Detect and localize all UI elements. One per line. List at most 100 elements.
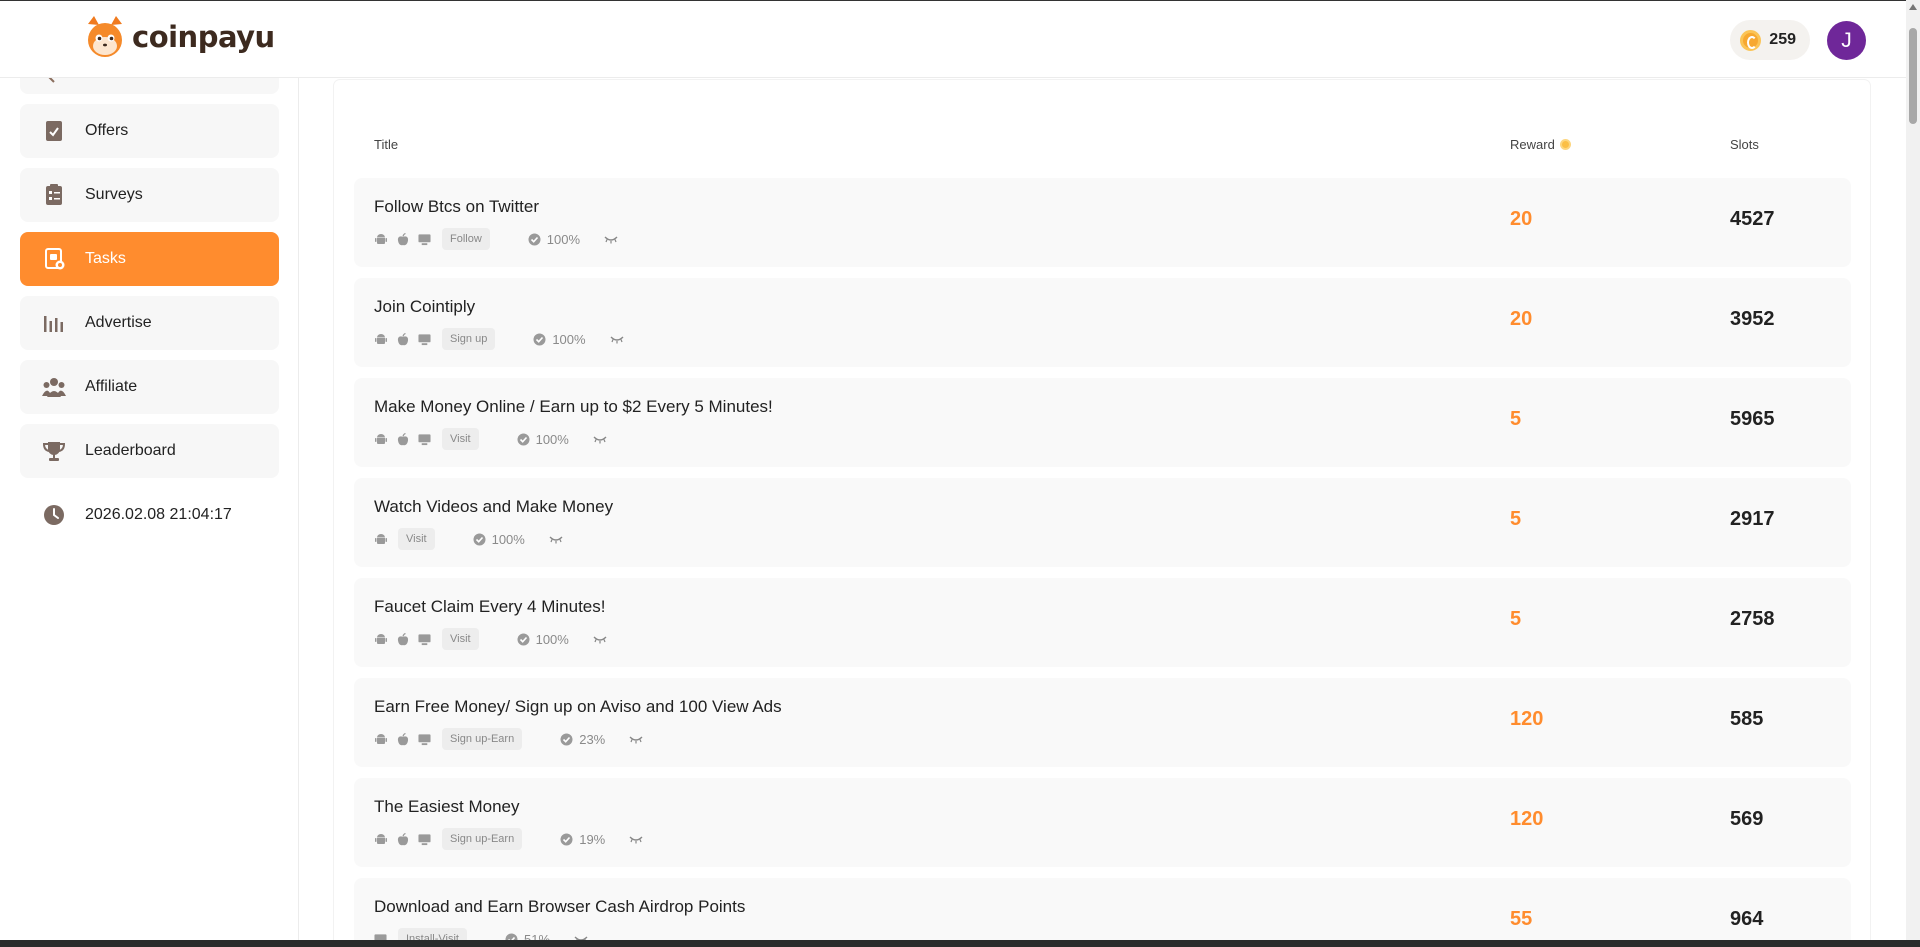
task-type-tag: Visit bbox=[442, 428, 479, 450]
task-title[interactable]: Make Money Online / Earn up to $2 Every … bbox=[374, 397, 773, 417]
hide-eye-icon[interactable] bbox=[629, 734, 643, 744]
task-type-tag: Visit bbox=[398, 528, 435, 550]
android-icon bbox=[374, 833, 387, 846]
apple-icon bbox=[396, 832, 409, 846]
fox-mascot-icon bbox=[82, 14, 128, 60]
task-slots: 4527 bbox=[1730, 208, 1775, 230]
task-meta: Follow 100% bbox=[374, 228, 618, 250]
check-circle-icon bbox=[517, 633, 530, 645]
sidebar-item-label: Leaderboard bbox=[85, 442, 176, 459]
task-type-tag: Sign up-Earn bbox=[442, 728, 523, 750]
android-icon bbox=[374, 233, 387, 246]
desktop-icon bbox=[418, 733, 431, 746]
main-content: Title Reward Slots Follow Btcs on Twitte… bbox=[300, 78, 1906, 947]
completion-rate: 100% bbox=[533, 331, 586, 347]
task-slots: 3952 bbox=[1730, 308, 1775, 330]
check-circle-icon bbox=[528, 233, 541, 245]
android-icon bbox=[374, 633, 387, 646]
desktop-icon bbox=[418, 333, 431, 346]
vertical-scrollbar[interactable] bbox=[1906, 0, 1920, 947]
tasks-table-card: Title Reward Slots Follow Btcs on Twitte… bbox=[334, 80, 1870, 947]
task-row[interactable]: Watch Videos and Make Money Visit 100% 5… bbox=[354, 478, 1851, 567]
apple-icon bbox=[396, 232, 409, 246]
task-row[interactable]: Join Cointiply Sign up 100% 20 3952 bbox=[354, 278, 1851, 367]
column-header-reward: Reward bbox=[1510, 137, 1571, 152]
task-row[interactable]: Follow Btcs on Twitter Follow 100% 20 45… bbox=[354, 178, 1851, 267]
check-circle-icon bbox=[560, 833, 573, 845]
hide-eye-icon[interactable] bbox=[593, 434, 607, 444]
task-meta: Visit 100% bbox=[374, 428, 607, 450]
offers-icon bbox=[42, 119, 66, 143]
apple-icon bbox=[396, 632, 409, 646]
sidebar-item-tasks[interactable]: Tasks bbox=[20, 232, 279, 286]
hide-eye-icon[interactable] bbox=[593, 634, 607, 644]
task-reward: 120 bbox=[1510, 808, 1544, 830]
task-title[interactable]: Join Cointiply bbox=[374, 297, 475, 317]
sidebar-item-offers[interactable]: Offers bbox=[20, 104, 279, 158]
task-row[interactable]: Faucet Claim Every 4 Minutes! Visit 100%… bbox=[354, 578, 1851, 667]
task-reward: 5 bbox=[1510, 608, 1522, 630]
completion-rate: 100% bbox=[528, 232, 580, 247]
brand-name: coinpayu bbox=[132, 20, 275, 54]
task-reward: 5 bbox=[1510, 408, 1522, 430]
sidebar-item-affiliate[interactable]: Affiliate bbox=[20, 360, 279, 414]
apple-icon bbox=[396, 732, 409, 746]
completion-rate-value: 100% bbox=[552, 331, 586, 347]
task-title[interactable]: Earn Free Money/ Sign up on Aviso and 10… bbox=[374, 697, 782, 717]
task-reward: 120 bbox=[1510, 708, 1544, 730]
task-meta: Sign up-Earn 23% bbox=[374, 728, 643, 750]
sidebar-item-label: Tasks bbox=[85, 250, 126, 267]
hide-eye-icon[interactable] bbox=[604, 234, 618, 244]
clock-icon bbox=[42, 503, 66, 527]
task-row[interactable]: Make Money Online / Earn up to $2 Every … bbox=[354, 378, 1851, 467]
scrollbar-thumb[interactable] bbox=[1909, 28, 1917, 124]
check-circle-icon bbox=[473, 533, 486, 545]
surveys-icon bbox=[42, 183, 66, 207]
task-slots: 569 bbox=[1730, 808, 1764, 830]
sidebar-clock: 2026.02.08 21:04:17 bbox=[20, 488, 279, 542]
task-title[interactable]: Watch Videos and Make Money bbox=[374, 497, 613, 517]
task-row[interactable]: Download and Earn Browser Cash Airdrop P… bbox=[354, 878, 1851, 947]
hide-eye-icon[interactable] bbox=[629, 834, 643, 844]
completion-rate-value: 100% bbox=[535, 631, 569, 647]
hide-eye-icon[interactable] bbox=[549, 534, 563, 544]
desktop-icon bbox=[418, 833, 431, 846]
task-reward: 20 bbox=[1510, 208, 1533, 230]
advertise-icon bbox=[42, 311, 66, 335]
apple-icon bbox=[396, 332, 409, 346]
trophy-icon bbox=[42, 439, 66, 463]
sidebar: Offers Surveys Tasks Advertise Affiliate… bbox=[0, 66, 299, 947]
brand-logo[interactable]: coinpayu bbox=[82, 13, 275, 61]
task-row[interactable]: Earn Free Money/ Sign up on Aviso and 10… bbox=[354, 678, 1851, 767]
balance-amount: 259 bbox=[1769, 31, 1796, 48]
sidebar-item-label: Affiliate bbox=[85, 378, 138, 395]
android-icon bbox=[374, 533, 387, 546]
apple-icon bbox=[396, 432, 409, 446]
task-row[interactable]: The Easiest Money Sign up-Earn 19% 120 5… bbox=[354, 778, 1851, 867]
task-title[interactable]: Faucet Claim Every 4 Minutes! bbox=[374, 597, 605, 617]
sidebar-item-surveys[interactable]: Surveys bbox=[20, 168, 279, 222]
balance-pill[interactable]: 259 bbox=[1730, 20, 1810, 60]
completion-rate-value: 19% bbox=[579, 831, 606, 847]
task-title[interactable]: The Easiest Money bbox=[374, 797, 520, 817]
desktop-icon bbox=[418, 433, 431, 446]
sidebar-item-advertise[interactable]: Advertise bbox=[20, 296, 279, 350]
coin-icon bbox=[1740, 29, 1762, 51]
user-avatar[interactable]: J bbox=[1827, 21, 1866, 60]
task-reward: 55 bbox=[1510, 908, 1533, 930]
sidebar-item-label: Surveys bbox=[85, 186, 143, 203]
hide-eye-icon[interactable] bbox=[610, 334, 624, 344]
desktop-icon bbox=[418, 633, 431, 646]
task-title[interactable]: Follow Btcs on Twitter bbox=[374, 197, 539, 217]
scroll-up-arrow-icon[interactable] bbox=[1909, 4, 1917, 10]
task-type-tag: Sign up-Earn bbox=[442, 828, 523, 850]
check-circle-icon bbox=[517, 433, 530, 445]
android-icon bbox=[374, 733, 387, 746]
check-circle-icon bbox=[533, 333, 546, 345]
affiliate-icon bbox=[42, 375, 66, 399]
completion-rate: 100% bbox=[517, 432, 569, 447]
sidebar-item-leaderboard[interactable]: Leaderboard bbox=[20, 424, 279, 478]
top-header: coinpayu 259 J bbox=[0, 0, 1906, 78]
task-meta: Sign up-Earn 19% bbox=[374, 828, 643, 850]
task-title[interactable]: Download and Earn Browser Cash Airdrop P… bbox=[374, 897, 745, 917]
